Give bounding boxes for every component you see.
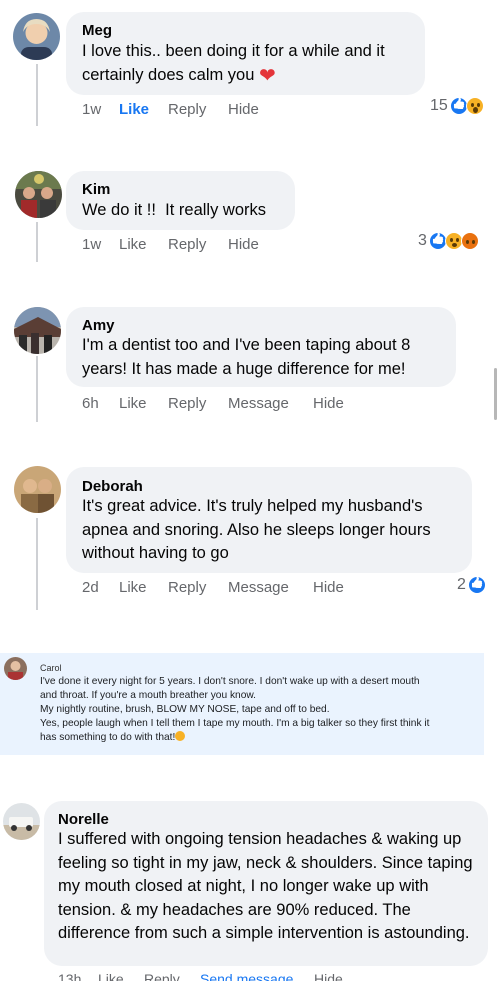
comment-line: has something to do with that! [40,732,176,743]
thread-line [36,222,38,262]
reply-button[interactable]: Reply [168,395,206,412]
commenter-name: Carol [40,663,62,673]
timestamp[interactable]: 1w [82,101,101,118]
comment-text: I've done it every night for 5 years. I … [40,675,480,745]
avatar[interactable] [13,13,60,60]
like-button[interactable]: Like [119,579,147,596]
commenter-name[interactable]: Deborah [82,478,143,495]
like-button[interactable]: Like [98,971,124,981]
like-button[interactable]: Like [119,395,147,412]
avatar[interactable] [14,466,61,513]
comment-text: I suffered with ongoing tension headache… [58,830,473,942]
like-button[interactable]: Like [119,236,147,253]
wow-reaction-icon [466,97,485,115]
commenter-name[interactable]: Kim [82,181,110,198]
comment-line: and throat. If you're a mouth breather y… [40,690,257,701]
angry-reaction-icon [461,232,480,250]
avatar[interactable] [3,803,40,840]
commenter-name[interactable]: Amy [82,317,115,334]
reply-button[interactable]: Reply [168,101,206,118]
hide-button[interactable]: Hide [313,579,344,596]
comment-text: We do it !! It really works [82,201,266,219]
thread-line [36,356,38,422]
timestamp[interactable]: 2d [82,579,99,596]
reaction-summary[interactable]: 3 [418,232,480,250]
timestamp[interactable]: 13h [58,971,81,981]
commenter-name[interactable]: Meg [82,22,112,39]
reply-button[interactable]: Reply [144,971,180,981]
commenter-name[interactable]: Norelle [58,811,109,828]
comment-text: I love this.. been doing it for a while … [82,40,422,88]
comment-text: It's great advice. It's truly helped my … [82,497,431,562]
timestamp[interactable]: 6h [82,395,99,412]
reaction-count: 15 [430,97,448,114]
hide-button[interactable]: Hide [228,236,259,253]
message-button[interactable]: Message [228,395,289,412]
avatar [4,657,27,680]
send-message-button[interactable]: Send message [200,971,293,981]
reaction-summary[interactable]: 15 [430,97,485,115]
heart-icon: ❤ [259,64,276,87]
thread-line [36,64,38,126]
reply-button[interactable]: Reply [168,236,206,253]
like-button[interactable]: Like [119,101,149,118]
comment-line: I've done it every night for 5 years. I … [40,676,420,687]
avatar[interactable] [15,171,62,218]
hide-button[interactable]: Hide [228,101,259,118]
reply-button[interactable]: Reply [168,579,206,596]
hide-button[interactable]: Hide [313,395,344,412]
reaction-count: 3 [418,232,427,249]
comment-line: Yes, people laugh when I tell them I tap… [40,718,430,729]
comment-text: I'm a dentist too and I've been taping a… [82,336,411,378]
comment-text-content: I love this.. been doing it for a while … [82,42,385,84]
reaction-summary[interactable]: 2 [457,576,487,594]
comment-line: My nightly routine, brush, BLOW MY NOSE,… [40,704,330,715]
reaction-count: 2 [457,576,466,593]
avatar[interactable] [14,307,61,354]
scrollbar[interactable] [494,368,497,420]
thread-line [36,518,38,610]
timestamp[interactable]: 1w [82,236,101,253]
hide-button[interactable]: Hide [314,971,343,981]
message-button[interactable]: Message [228,579,289,596]
like-reaction-icon [468,576,487,594]
laughing-emoji-icon [175,731,186,741]
